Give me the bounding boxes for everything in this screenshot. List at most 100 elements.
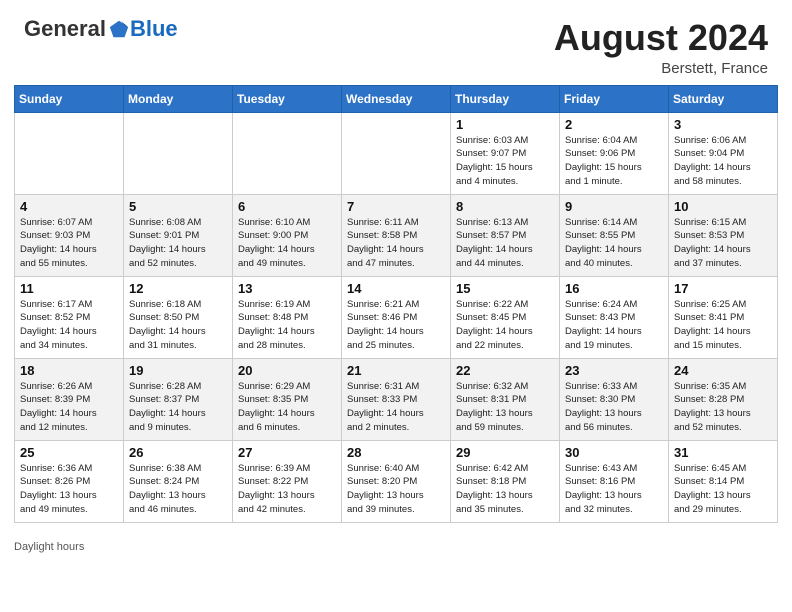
title-block: August 2024 Berstett, France [554, 18, 768, 77]
calendar-cell: 16 Sunrise: 6:24 AM Sunset: 8:43 PM Dayli… [560, 276, 669, 358]
day-info: Sunrise: 6:22 AM Sunset: 8:45 PM Dayligh… [456, 298, 554, 353]
calendar-cell: 29 Sunrise: 6:42 AM Sunset: 8:18 PM Dayli… [451, 440, 560, 522]
calendar-cell [15, 112, 124, 194]
day-info: Sunrise: 6:10 AM Sunset: 9:00 PM Dayligh… [238, 216, 336, 271]
day-info: Sunrise: 6:33 AM Sunset: 8:30 PM Dayligh… [565, 380, 663, 435]
column-header-tuesday: Tuesday [233, 85, 342, 112]
day-number: 26 [129, 445, 227, 460]
day-number: 15 [456, 281, 554, 296]
calendar-cell [342, 112, 451, 194]
day-number: 17 [674, 281, 772, 296]
column-header-monday: Monday [124, 85, 233, 112]
calendar-cell: 26Sunrise: 6:38 AM Sunset: 8:24 PM Dayli… [124, 440, 233, 522]
calendar-table: SundayMondayTuesdayWednesdayThursdayFrid… [14, 85, 778, 523]
footer: Daylight hours [0, 537, 792, 561]
calendar-cell: 22 Sunrise: 6:32 AM Sunset: 8:31 PM Dayli… [451, 358, 560, 440]
calendar-cell [233, 112, 342, 194]
day-number: 27 [238, 445, 336, 460]
calendar-cell: 19 Sunrise: 6:28 AM Sunset: 8:37 PM Dayli… [124, 358, 233, 440]
month-title: August 2024 [554, 18, 768, 58]
column-header-saturday: Saturday [669, 85, 778, 112]
logo-blue-text: Blue [130, 18, 178, 40]
column-header-wednesday: Wednesday [342, 85, 451, 112]
logo-general-text: General [24, 18, 106, 40]
day-number: 6 [238, 199, 336, 214]
calendar-cell: 28 Sunrise: 6:40 AM Sunset: 8:20 PM Dayli… [342, 440, 451, 522]
calendar-week-row: 25 Sunrise: 6:36 AM Sunset: 8:26 PM Dayli… [15, 440, 778, 522]
day-info: Sunrise: 6:29 AM Sunset: 8:35 PM Dayligh… [238, 380, 336, 435]
day-info: Sunrise: 6:15 AM Sunset: 8:53 PM Dayligh… [674, 216, 772, 271]
day-info: Sunrise: 6:04 AM Sunset: 9:06 PM Dayligh… [565, 134, 663, 189]
day-info: Sunrise: 6:06 AM Sunset: 9:04 PM Dayligh… [674, 134, 772, 189]
calendar-cell: 1Sunrise: 6:03 AM Sunset: 9:07 PM Daylig… [451, 112, 560, 194]
day-number: 9 [565, 199, 663, 214]
day-info: Sunrise: 6:03 AM Sunset: 9:07 PM Dayligh… [456, 134, 554, 189]
day-info: Sunrise: 6:08 AM Sunset: 9:01 PM Dayligh… [129, 216, 227, 271]
calendar-cell: 8 Sunrise: 6:13 AM Sunset: 8:57 PM Daylig… [451, 194, 560, 276]
calendar-cell: 15 Sunrise: 6:22 AM Sunset: 8:45 PM Dayli… [451, 276, 560, 358]
calendar-header-row: SundayMondayTuesdayWednesdayThursdayFrid… [15, 85, 778, 112]
day-info: Sunrise: 6:28 AM Sunset: 8:37 PM Dayligh… [129, 380, 227, 435]
calendar-week-row: 1Sunrise: 6:03 AM Sunset: 9:07 PM Daylig… [15, 112, 778, 194]
day-number: 7 [347, 199, 445, 214]
calendar-cell: 6 Sunrise: 6:10 AM Sunset: 9:00 PM Daylig… [233, 194, 342, 276]
calendar-cell: 25 Sunrise: 6:36 AM Sunset: 8:26 PM Dayli… [15, 440, 124, 522]
logo: General Blue [24, 18, 178, 40]
calendar-cell: 5 Sunrise: 6:08 AM Sunset: 9:01 PM Daylig… [124, 194, 233, 276]
day-number: 16 [565, 281, 663, 296]
day-info: Sunrise: 6:21 AM Sunset: 8:46 PM Dayligh… [347, 298, 445, 353]
day-number: 4 [20, 199, 118, 214]
day-number: 12 [129, 281, 227, 296]
day-info: Sunrise: 6:40 AM Sunset: 8:20 PM Dayligh… [347, 462, 445, 517]
day-info: Sunrise: 6:39 AM Sunset: 8:22 PM Dayligh… [238, 462, 336, 517]
day-number: 22 [456, 363, 554, 378]
calendar-wrapper: SundayMondayTuesdayWednesdayThursdayFrid… [0, 85, 792, 537]
calendar-cell [124, 112, 233, 194]
day-info: Sunrise: 6:13 AM Sunset: 8:57 PM Dayligh… [456, 216, 554, 271]
day-info: Sunrise: 6:11 AM Sunset: 8:58 PM Dayligh… [347, 216, 445, 271]
day-number: 8 [456, 199, 554, 214]
calendar-week-row: 11Sunrise: 6:17 AM Sunset: 8:52 PM Dayli… [15, 276, 778, 358]
day-number: 29 [456, 445, 554, 460]
day-number: 23 [565, 363, 663, 378]
day-info: Sunrise: 6:07 AM Sunset: 9:03 PM Dayligh… [20, 216, 118, 271]
day-number: 19 [129, 363, 227, 378]
calendar-cell: 20Sunrise: 6:29 AM Sunset: 8:35 PM Dayli… [233, 358, 342, 440]
calendar-cell: 27 Sunrise: 6:39 AM Sunset: 8:22 PM Dayli… [233, 440, 342, 522]
day-info: Sunrise: 6:35 AM Sunset: 8:28 PM Dayligh… [674, 380, 772, 435]
calendar-cell: 17 Sunrise: 6:25 AM Sunset: 8:41 PM Dayli… [669, 276, 778, 358]
day-info: Sunrise: 6:43 AM Sunset: 8:16 PM Dayligh… [565, 462, 663, 517]
calendar-week-row: 4 Sunrise: 6:07 AM Sunset: 9:03 PM Daylig… [15, 194, 778, 276]
calendar-cell: 31Sunrise: 6:45 AM Sunset: 8:14 PM Dayli… [669, 440, 778, 522]
day-info: Sunrise: 6:24 AM Sunset: 8:43 PM Dayligh… [565, 298, 663, 353]
calendar-cell: 24 Sunrise: 6:35 AM Sunset: 8:28 PM Dayli… [669, 358, 778, 440]
logo-icon [108, 18, 130, 40]
day-number: 28 [347, 445, 445, 460]
calendar-cell: 13Sunrise: 6:19 AM Sunset: 8:48 PM Dayli… [233, 276, 342, 358]
day-number: 25 [20, 445, 118, 460]
day-number: 13 [238, 281, 336, 296]
day-number: 18 [20, 363, 118, 378]
day-info: Sunrise: 6:17 AM Sunset: 8:52 PM Dayligh… [20, 298, 118, 353]
calendar-cell: 18 Sunrise: 6:26 AM Sunset: 8:39 PM Dayli… [15, 358, 124, 440]
day-number: 5 [129, 199, 227, 214]
day-number: 24 [674, 363, 772, 378]
column-header-sunday: Sunday [15, 85, 124, 112]
day-info: Sunrise: 6:25 AM Sunset: 8:41 PM Dayligh… [674, 298, 772, 353]
daylight-label: Daylight hours [14, 541, 84, 553]
calendar-cell: 11Sunrise: 6:17 AM Sunset: 8:52 PM Dayli… [15, 276, 124, 358]
day-info: Sunrise: 6:32 AM Sunset: 8:31 PM Dayligh… [456, 380, 554, 435]
day-info: Sunrise: 6:14 AM Sunset: 8:55 PM Dayligh… [565, 216, 663, 271]
day-number: 31 [674, 445, 772, 460]
calendar-cell: 30 Sunrise: 6:43 AM Sunset: 8:16 PM Dayli… [560, 440, 669, 522]
day-info: Sunrise: 6:42 AM Sunset: 8:18 PM Dayligh… [456, 462, 554, 517]
calendar-cell: 23 Sunrise: 6:33 AM Sunset: 8:30 PM Dayli… [560, 358, 669, 440]
calendar-cell: 7 Sunrise: 6:11 AM Sunset: 8:58 PM Daylig… [342, 194, 451, 276]
day-info: Sunrise: 6:36 AM Sunset: 8:26 PM Dayligh… [20, 462, 118, 517]
day-info: Sunrise: 6:26 AM Sunset: 8:39 PM Dayligh… [20, 380, 118, 435]
calendar-cell: 21Sunrise: 6:31 AM Sunset: 8:33 PM Dayli… [342, 358, 451, 440]
day-number: 30 [565, 445, 663, 460]
day-number: 14 [347, 281, 445, 296]
day-number: 10 [674, 199, 772, 214]
calendar-cell: 10 Sunrise: 6:15 AM Sunset: 8:53 PM Dayli… [669, 194, 778, 276]
